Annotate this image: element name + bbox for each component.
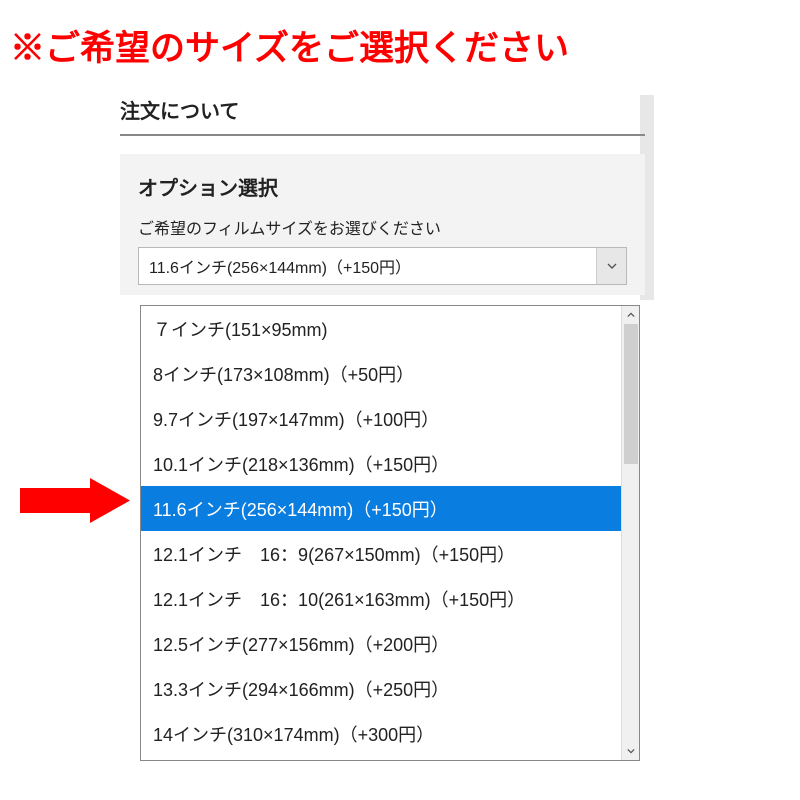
chevron-down-icon[interactable] bbox=[596, 248, 626, 284]
dropdown-option[interactable]: ７インチ(151×95mm) bbox=[141, 306, 621, 351]
option-box: オプション選択 ご希望のフィルムサイズをお選びください 11.6インチ(256×… bbox=[120, 154, 645, 295]
order-panel: 注文について オプション選択 ご希望のフィルムサイズをお選びください 11.6イ… bbox=[120, 95, 645, 295]
scroll-up-icon[interactable] bbox=[622, 306, 640, 324]
scroll-thumb[interactable] bbox=[624, 324, 638, 464]
dropdown-option[interactable]: 13.3インチ(294×166mm)（+250円） bbox=[141, 666, 621, 711]
dropdown-option[interactable]: 12.5インチ(277×156mm)（+200円） bbox=[141, 621, 621, 666]
select-row: 11.6インチ(256×144mm)（+150円） bbox=[138, 247, 627, 285]
dropdown-option[interactable]: 9.7インチ(197×147mm)（+100円） bbox=[141, 396, 621, 441]
scroll-down-icon[interactable] bbox=[622, 742, 640, 760]
dropdown-option[interactable]: 14インチ(310×174mm)（+300円） bbox=[141, 711, 621, 756]
arrow-pointer-icon bbox=[20, 478, 130, 523]
size-dropdown: ７インチ(151×95mm)8インチ(173×108mm)（+50円）9.7イン… bbox=[140, 305, 640, 761]
instruction-text: ※ご希望のサイズをご選択ください bbox=[0, 0, 800, 81]
dropdown-option[interactable]: 8インチ(173×108mm)（+50円） bbox=[141, 351, 621, 396]
dropdown-option[interactable]: 12.1インチ 16：10(261×163mm)（+150円） bbox=[141, 576, 621, 621]
option-heading: オプション選択 bbox=[138, 172, 627, 201]
dropdown-option[interactable]: 10.1インチ(218×136mm)（+150円） bbox=[141, 441, 621, 486]
dropdown-option[interactable]: 11.6インチ(256×144mm)（+150円） bbox=[141, 486, 621, 531]
dropdown-list: ７インチ(151×95mm)8インチ(173×108mm)（+50円）9.7イン… bbox=[141, 306, 621, 760]
select-value: 11.6インチ(256×144mm)（+150円） bbox=[149, 254, 411, 278]
option-subheading: ご希望のフィルムサイズをお選びください bbox=[138, 215, 627, 239]
scrollbar-track[interactable] bbox=[621, 306, 639, 760]
dropdown-option[interactable]: 12.1インチ 16：9(267×150mm)（+150円） bbox=[141, 531, 621, 576]
section-title: 注文について bbox=[120, 95, 645, 136]
size-select[interactable]: 11.6インチ(256×144mm)（+150円） bbox=[138, 247, 627, 285]
